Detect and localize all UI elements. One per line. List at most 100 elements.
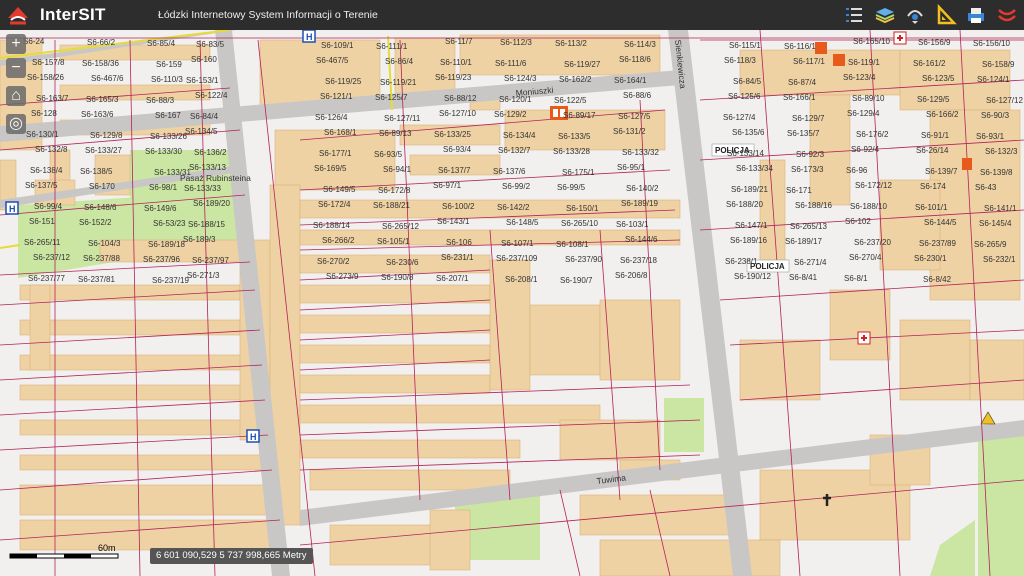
- parcel-label: S6-98/1: [149, 183, 178, 192]
- parcel-label: S6-144/5: [924, 218, 957, 227]
- parcel-label: S6-266/2: [322, 236, 355, 245]
- parcel-label: S6-163/6: [81, 110, 114, 119]
- parcel-label: S6-88/6: [623, 91, 652, 100]
- parcel-label: S6-188/14: [313, 221, 350, 230]
- parcel-label: S6-93/1: [976, 132, 1005, 141]
- parcel-label: S6-127/5: [618, 112, 651, 121]
- parcel-label: S6-168/1: [324, 128, 357, 137]
- parcel-label: S6-142/2: [497, 203, 530, 212]
- parcel-label: S6-169/5: [314, 164, 347, 173]
- parcel-label: S6-133/25: [434, 130, 471, 139]
- hotel-icon: H: [302, 30, 316, 43]
- parcel-label: S6-270/4: [849, 253, 882, 262]
- parcel-label: S6-467/5: [316, 56, 349, 65]
- parcel-label: S6-149/6: [144, 204, 177, 213]
- parcel-label: S6-190/7: [560, 276, 593, 285]
- logo-small-icon[interactable]: [996, 4, 1018, 26]
- parcel-label: S6-26/14: [916, 146, 949, 155]
- parcel-label: S6-118/3: [724, 56, 756, 65]
- parcel-label: S6-165/10: [853, 37, 890, 46]
- parcel-label: S6-189/17: [785, 237, 822, 246]
- parcel-label: S6-104/3: [88, 239, 121, 248]
- parcel-label: S6-166/2: [926, 110, 959, 119]
- parcel-label: S6-134/5: [185, 127, 218, 136]
- parcel-label: S6-137/7: [438, 166, 471, 175]
- parcel-label: S6-87/4: [788, 78, 817, 87]
- parcel-label: S6-138/5: [80, 167, 113, 176]
- header-bar: InterSIT Łódzki Internetowy System Infor…: [0, 0, 1024, 30]
- svg-text:H: H: [250, 432, 257, 442]
- parcel-label: S6-99/5: [557, 183, 586, 192]
- parcel-label: S6-86/4: [385, 57, 414, 66]
- gps-icon[interactable]: [904, 4, 926, 26]
- parcel-label: S6-111/6: [495, 59, 527, 68]
- parcel-label: S6-265/10: [561, 219, 598, 228]
- parcel-label: S6-137/6: [493, 167, 526, 176]
- parcel-label: S6-43: [975, 183, 997, 192]
- parcel-label: S6-119/1: [848, 58, 880, 67]
- parcel-label: S6-133/31: [154, 168, 191, 177]
- parcel-label: S6-165/3: [86, 95, 119, 104]
- list-icon[interactable]: [843, 4, 865, 26]
- parcel-label: S6-53/23: [153, 219, 186, 228]
- parcel-label: S6-189/16: [730, 236, 767, 245]
- parcel-label: S6-122/4: [195, 91, 228, 100]
- parcel-label: S6-110/1: [440, 58, 472, 67]
- parcel-label: S6-265/11: [24, 238, 61, 247]
- parcel-label: S6-133/28: [553, 147, 590, 156]
- parcel-label: S6-145/4: [979, 219, 1012, 228]
- parcel-label: S6-160: [191, 55, 217, 64]
- locate-button[interactable]: ◎: [6, 114, 26, 134]
- parcel-label: S6-163/7: [36, 94, 69, 103]
- layers-icon[interactable]: [874, 4, 896, 26]
- parcel-label: S6-190/8: [381, 273, 414, 282]
- parcel-label: S6-123/4: [843, 73, 876, 82]
- hospital-icon: [893, 31, 907, 45]
- hospital-icon: [857, 331, 871, 345]
- parcel-label: S6-237/18: [620, 256, 657, 265]
- parcel-label: S6-96: [846, 166, 868, 175]
- parcel-label: S6-237/20: [854, 238, 891, 247]
- parcel-label: S6-133/33: [184, 184, 221, 193]
- parcel-label: S6-125/7: [375, 93, 408, 102]
- parcel-label: S6-153/1: [186, 76, 219, 85]
- parcel-label: S6-92/3: [796, 150, 825, 159]
- print-icon[interactable]: [965, 4, 987, 26]
- parcel-label: S6-89/13: [379, 129, 412, 138]
- parcel-label: S6-172/8: [378, 186, 411, 195]
- parcel-label: S6-94/1: [383, 165, 412, 174]
- parcel-label: S6-188/16: [795, 201, 832, 210]
- parcel-label: S6-133/14: [727, 149, 764, 158]
- parcel-label: S6-172/12: [855, 181, 892, 190]
- measure-icon[interactable]: [935, 4, 957, 26]
- parcel-label: S6-162/2: [559, 75, 592, 84]
- parcel-label: S6-156/9: [918, 38, 951, 47]
- parcel-label: S6-147/1: [735, 221, 768, 230]
- parcel-label: S6-134/4: [503, 131, 536, 140]
- parcel-label: S6-121/1: [320, 92, 353, 101]
- parcel-label: S6-99/2: [502, 182, 531, 191]
- intersit-logo-icon: [8, 7, 28, 25]
- zoom-out-button[interactable]: −: [6, 58, 26, 78]
- parcel-label: S6-133/5: [558, 132, 591, 141]
- parcel-label: S6-113/2: [555, 39, 587, 48]
- parcel-label: S6-11/7: [445, 37, 473, 46]
- parcel-label: S6-271/3: [187, 271, 220, 280]
- parcel-label: S6-150/1: [566, 204, 599, 213]
- parcel-label: S6-190/12: [734, 272, 771, 281]
- parcel-label: S6-8/1: [844, 274, 868, 283]
- parcel-label: S6-208/1: [505, 275, 538, 284]
- svg-text:H: H: [306, 32, 313, 42]
- parcel-label: S6-129/4: [847, 109, 880, 118]
- zoom-in-button[interactable]: +: [6, 34, 26, 54]
- scale-bar: 60m: [9, 543, 119, 559]
- parcel-label: S6-24: [23, 37, 45, 46]
- home-button[interactable]: ⌂: [6, 86, 26, 106]
- map-canvas[interactable]: Moniuszki Sienkiewicza Tuwima Pasaż Rubi…: [0, 30, 1024, 576]
- parcel-label: S6-161/2: [913, 59, 946, 68]
- parcel-label: S6-116/1: [784, 42, 816, 51]
- heritage-icon: [833, 54, 845, 66]
- parcel-label: S6-127/12: [986, 96, 1023, 105]
- parcel-label: S6-91/1: [921, 131, 950, 140]
- cadastral-map[interactable]: Moniuszki Sienkiewicza Tuwima Pasaż Rubi…: [0, 30, 1024, 576]
